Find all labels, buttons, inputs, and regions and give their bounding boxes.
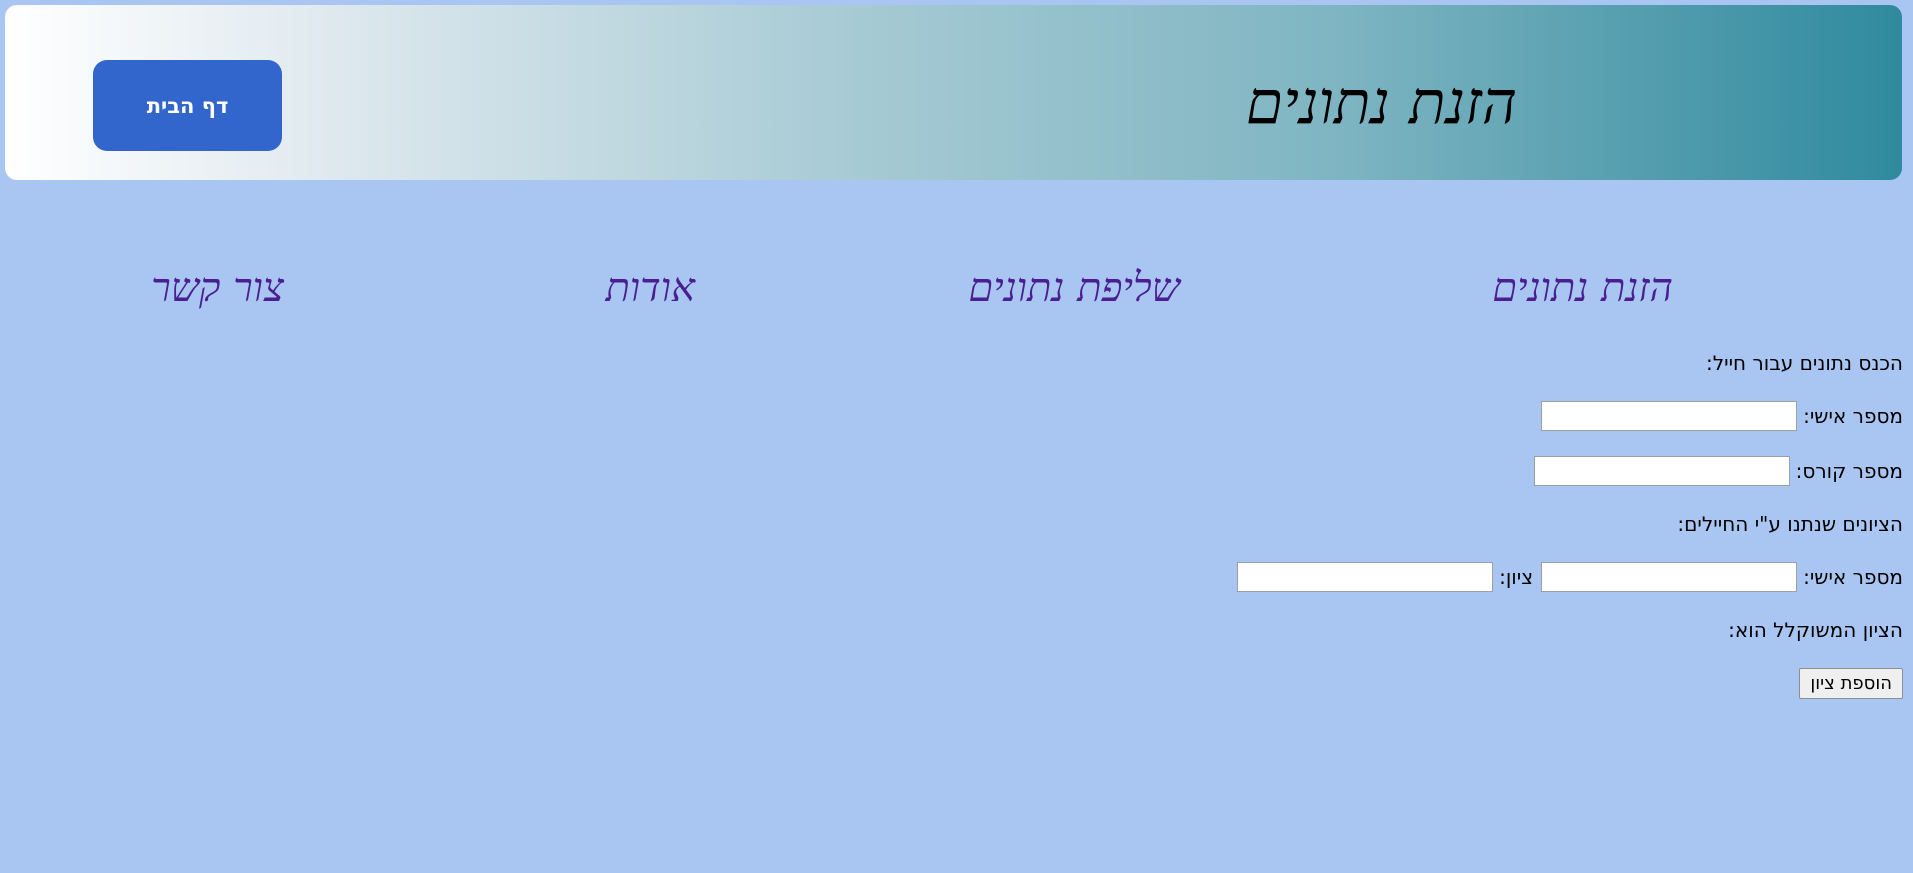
- form-intro-row: הכנס נתונים עבור חייל:: [1003, 348, 1903, 378]
- grade-label: ציון:: [1499, 565, 1534, 589]
- nav-link-data-entry[interactable]: הזנת נתונים: [1492, 268, 1673, 308]
- home-button[interactable]: דף הבית: [93, 60, 282, 151]
- grades-section-row: הציונים שנתנו ע"י החיילים:: [1003, 509, 1903, 539]
- nav-link-contact[interactable]: צור קשר: [151, 268, 284, 308]
- page-title: הזנת נתונים: [1245, 68, 1517, 138]
- weighted-grade-row: הציון המשוקלל הוא:: [1003, 615, 1903, 645]
- course-number-input[interactable]: [1533, 456, 1790, 486]
- personal-number-row: מספר אישי:: [1003, 399, 1903, 433]
- add-grade-row: הוספת ציון: [1003, 666, 1903, 700]
- personal-number-label: מספר אישי:: [1803, 404, 1903, 428]
- course-number-label: מספר קורס:: [1795, 459, 1903, 483]
- grade-personal-number-input[interactable]: [1541, 562, 1798, 592]
- grade-input[interactable]: [1237, 562, 1494, 592]
- nav-link-about[interactable]: אודות: [605, 268, 695, 308]
- grade-entry-row: מספר אישי: ציון:: [1003, 560, 1903, 594]
- add-grade-button[interactable]: הוספת ציון: [1799, 667, 1903, 699]
- course-number-row: מספר קורס:: [1003, 454, 1903, 488]
- personal-number-input[interactable]: [1541, 401, 1798, 431]
- soldier-data-form: הכנס נתונים עבור חייל: מספר אישי: מספר ק…: [1003, 348, 1903, 721]
- nav-link-data-retrieval[interactable]: שליפת נתונים: [968, 268, 1180, 308]
- grade-personal-number-label: מספר אישי:: [1803, 565, 1903, 589]
- page-header: הזנת נתונים דף הבית: [5, 5, 1902, 180]
- form-intro-label: הכנס נתונים עבור חייל:: [1706, 351, 1903, 375]
- weighted-grade-label: הציון המשוקלל הוא:: [1728, 618, 1903, 642]
- grades-section-label: הציונים שנתנו ע"י החיילים:: [1677, 512, 1903, 536]
